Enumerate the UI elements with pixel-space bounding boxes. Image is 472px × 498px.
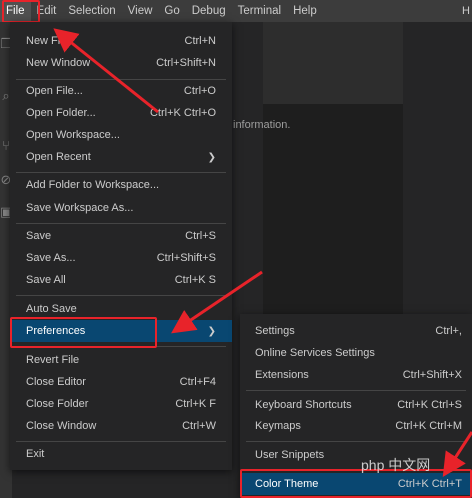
arrow-to-preferences: [171, 270, 263, 334]
annotation-arrows: [53, 28, 472, 478]
arrow-to-file-menu: [53, 28, 159, 114]
arrow-to-color-theme: [442, 431, 472, 478]
php-watermark: php 中文网: [361, 457, 431, 473]
